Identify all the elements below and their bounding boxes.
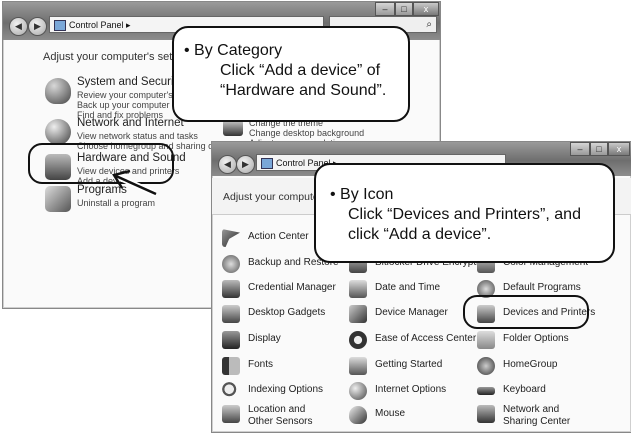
maximize-button[interactable]: □ — [395, 2, 413, 16]
category-title[interactable]: System and Security — [77, 76, 182, 88]
search-icon: ⌕ — [426, 19, 432, 30]
item-label[interactable]: Desktop Gadgets — [248, 307, 325, 319]
close-button[interactable]: x — [608, 142, 630, 156]
pointer-arrow-icon — [112, 169, 158, 197]
item-label[interactable]: Network and Sharing Center — [503, 404, 593, 428]
appearance-icon — [223, 120, 243, 136]
item-label[interactable]: Folder Options — [503, 333, 569, 345]
item-label[interactable]: Ease of Access Center — [375, 333, 476, 345]
monitor-icon — [222, 331, 240, 349]
item-label[interactable]: Keyboard — [503, 384, 546, 396]
magnifier-icon — [222, 382, 240, 400]
item-label[interactable]: Action Center — [248, 231, 309, 243]
control-panel-icon — [54, 20, 66, 32]
sensor-icon — [222, 405, 240, 423]
category-link[interactable]: Change desktop background — [249, 128, 364, 138]
homegroup-icon — [477, 357, 495, 375]
device-manager-icon — [349, 305, 367, 323]
gadgets-icon — [222, 305, 240, 323]
vault-icon — [222, 280, 240, 298]
forward-button[interactable]: ▶ — [236, 155, 255, 174]
item-label[interactable]: Location and Other Sensors — [248, 404, 328, 428]
fonts-icon — [222, 357, 240, 375]
keyboard-icon — [477, 387, 495, 395]
address-text: Control Panel ▸ — [69, 20, 131, 30]
folder-icon — [477, 331, 495, 349]
callout-heading: • By Category — [184, 42, 283, 59]
item-label[interactable]: HomeGroup — [503, 359, 557, 371]
item-label[interactable]: Credential Manager — [248, 282, 336, 294]
category-title[interactable]: Network and Internet — [77, 117, 184, 129]
item-label[interactable]: Mouse — [375, 408, 405, 420]
callout-by-category: • By Category Click “Add a device” of “H… — [172, 26, 410, 122]
item-label[interactable]: Display — [248, 333, 281, 345]
flag-icon — [222, 229, 240, 247]
callout-heading: • By Icon — [330, 186, 394, 203]
back-button[interactable]: ◀ — [218, 155, 237, 174]
callout-text: click “Add a device”. — [348, 226, 492, 243]
close-button[interactable]: x — [413, 2, 439, 16]
callout-by-icon: • By Icon Click “Devices and Printers”, … — [314, 163, 615, 263]
network-icon — [477, 405, 495, 423]
callout-text: “Hardware and Sound”. — [220, 82, 387, 99]
getting-started-icon — [349, 357, 367, 375]
accessibility-icon — [349, 331, 367, 349]
item-label[interactable]: Fonts — [248, 359, 273, 371]
item-label[interactable]: Date and Time — [375, 282, 440, 294]
backup-icon — [222, 255, 240, 273]
maximize-button[interactable]: □ — [590, 142, 608, 156]
item-label[interactable]: Device Manager — [375, 307, 448, 319]
item-label[interactable]: Internet Options — [375, 384, 446, 396]
mouse-icon — [349, 406, 367, 424]
internet-icon — [349, 382, 367, 400]
item-label[interactable]: Indexing Options — [248, 384, 323, 396]
item-label[interactable]: Getting Started — [375, 359, 442, 371]
item-label[interactable]: Default Programs — [503, 282, 581, 294]
control-panel-icon — [261, 158, 273, 170]
minimize-button[interactable]: – — [375, 2, 395, 16]
globe-icon — [45, 119, 71, 145]
minimize-button[interactable]: – — [570, 142, 590, 156]
category-link[interactable]: Uninstall a program — [77, 198, 155, 208]
callout-text: Click “Add a device” of — [220, 62, 381, 79]
clock-icon — [349, 280, 367, 298]
shield-icon — [45, 78, 71, 104]
back-button[interactable]: ◀ — [9, 17, 28, 36]
programs-icon — [45, 186, 71, 212]
forward-button[interactable]: ▶ — [28, 17, 47, 36]
highlight-devices-printers — [463, 295, 589, 329]
callout-text: Click “Devices and Printers”, and — [348, 206, 581, 223]
category-link[interactable]: Back up your computer — [77, 100, 170, 110]
category-link[interactable]: View network status and tasks — [77, 131, 198, 141]
